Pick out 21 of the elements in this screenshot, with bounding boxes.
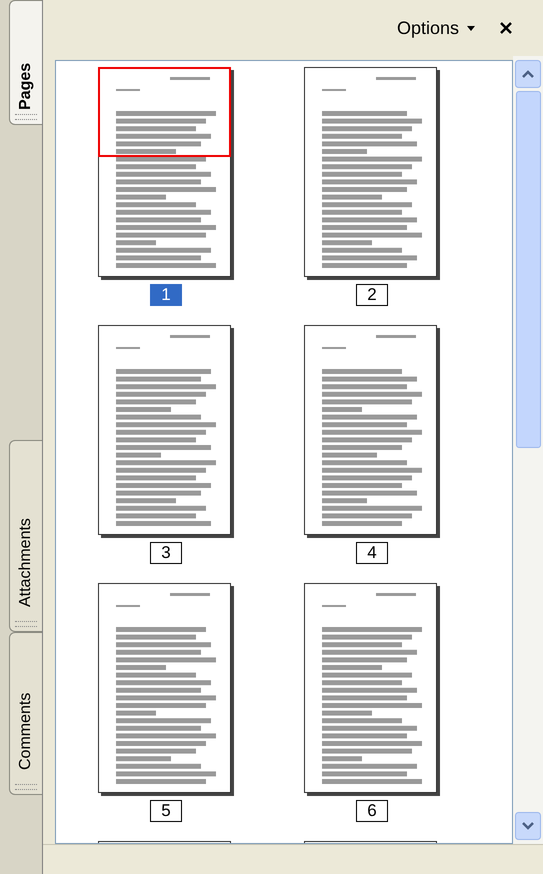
page-thumbnail-drawing[interactable] bbox=[98, 583, 234, 796]
page-number-label[interactable]: 3 bbox=[150, 542, 182, 564]
page-thumbnail-drawing[interactable] bbox=[304, 325, 440, 538]
side-tab[interactable]: Attachments bbox=[9, 440, 42, 632]
scroll-up-icon[interactable] bbox=[515, 60, 541, 88]
caret-icon bbox=[467, 26, 475, 30]
page-number-label[interactable]: 6 bbox=[356, 800, 388, 822]
scroll-thumb[interactable] bbox=[516, 91, 540, 448]
side-tab[interactable]: Comments bbox=[9, 632, 42, 795]
page-number-label[interactable]: 4 bbox=[356, 542, 388, 564]
scroll-down-icon[interactable] bbox=[515, 812, 541, 840]
page-number-label[interactable]: 2 bbox=[356, 284, 388, 306]
page-thumbnail-drawing[interactable] bbox=[98, 325, 234, 538]
side-tab[interactable]: Pages bbox=[9, 0, 42, 125]
close-icon[interactable] bbox=[499, 21, 513, 35]
page-thumbnail-drawing[interactable] bbox=[98, 67, 234, 280]
options-menu-button[interactable]: Options bbox=[396, 18, 475, 38]
page-thumbnail-drawing[interactable] bbox=[304, 67, 440, 280]
page-thumbnail-drawing[interactable] bbox=[304, 583, 440, 796]
page-number-label[interactable]: 5 bbox=[150, 800, 182, 822]
page-number-label[interactable]: 1 bbox=[150, 284, 182, 306]
